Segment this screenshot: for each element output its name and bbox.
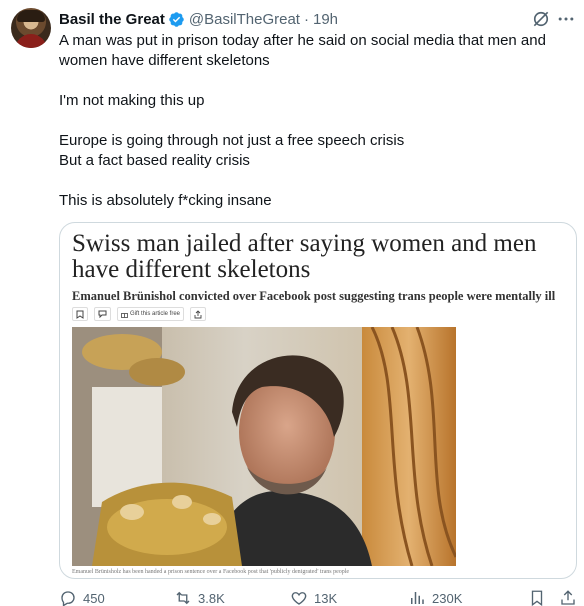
tweet-header: Basil the Great @BasilTheGreat · 19h bbox=[59, 9, 338, 29]
comment-icon bbox=[94, 307, 111, 321]
bookmark-icon bbox=[72, 307, 88, 321]
verified-badge-icon bbox=[169, 11, 184, 27]
tweet-line: This is absolutely f*cking insane bbox=[59, 192, 272, 209]
avatar-hat bbox=[17, 10, 45, 22]
author-handle[interactable]: @BasilTheGreat bbox=[189, 11, 300, 28]
author-avatar[interactable] bbox=[11, 8, 51, 48]
tweet-line: Europe is going through not just a free … bbox=[59, 132, 405, 149]
views-count: 230K bbox=[432, 590, 463, 606]
share-icon bbox=[190, 307, 207, 321]
photo-caption: Emanuel Brünisholz has been handed a pri… bbox=[72, 569, 350, 575]
article-headline: Swiss man jailed after saying women and … bbox=[72, 230, 537, 283]
tweet-text: A man was put in prison today after he s… bbox=[59, 31, 574, 211]
grok-icon[interactable] bbox=[531, 9, 551, 29]
reply-button[interactable]: 450 bbox=[59, 588, 105, 606]
repost-button[interactable]: 3.8K bbox=[174, 588, 225, 606]
like-button[interactable]: 13K bbox=[290, 588, 337, 606]
article-photo bbox=[72, 327, 456, 566]
heart-icon bbox=[291, 592, 307, 605]
share-icon bbox=[561, 590, 575, 605]
tweet-line: A man was put in prison today after he s… bbox=[59, 32, 546, 69]
reply-icon bbox=[61, 591, 75, 606]
more-options-icon[interactable] bbox=[556, 9, 576, 29]
tweet-actions: 450 3.8K 13K 230K bbox=[59, 588, 577, 606]
media-card[interactable]: Swiss man jailed after saying women and … bbox=[59, 222, 577, 579]
reply-count: 450 bbox=[83, 590, 105, 606]
gift-article-label: Gift this article free bbox=[130, 311, 181, 317]
tweet-line: But a fact based reality crisis bbox=[59, 152, 250, 169]
article-toolbar: Gift this article free bbox=[72, 307, 207, 321]
avatar-cloak bbox=[15, 34, 47, 48]
repost-icon bbox=[176, 591, 190, 605]
bookmark-icon bbox=[531, 590, 543, 606]
views-button[interactable]: 230K bbox=[408, 588, 462, 606]
bookmark-button[interactable] bbox=[528, 588, 546, 606]
share-button[interactable] bbox=[559, 588, 577, 606]
gift-article-button: Gift this article free bbox=[117, 307, 185, 321]
article-standfirst: Emanuel Brünishol convicted over Faceboo… bbox=[72, 289, 556, 303]
tweet-line: I'm not making this up bbox=[59, 92, 205, 109]
author-name[interactable]: Basil the Great bbox=[59, 11, 165, 28]
separator-dot: · bbox=[303, 10, 309, 28]
repost-count: 3.8K bbox=[198, 590, 225, 606]
tweet-timestamp[interactable]: 19h bbox=[313, 11, 338, 28]
views-icon bbox=[411, 592, 424, 604]
like-count: 13K bbox=[314, 590, 338, 606]
